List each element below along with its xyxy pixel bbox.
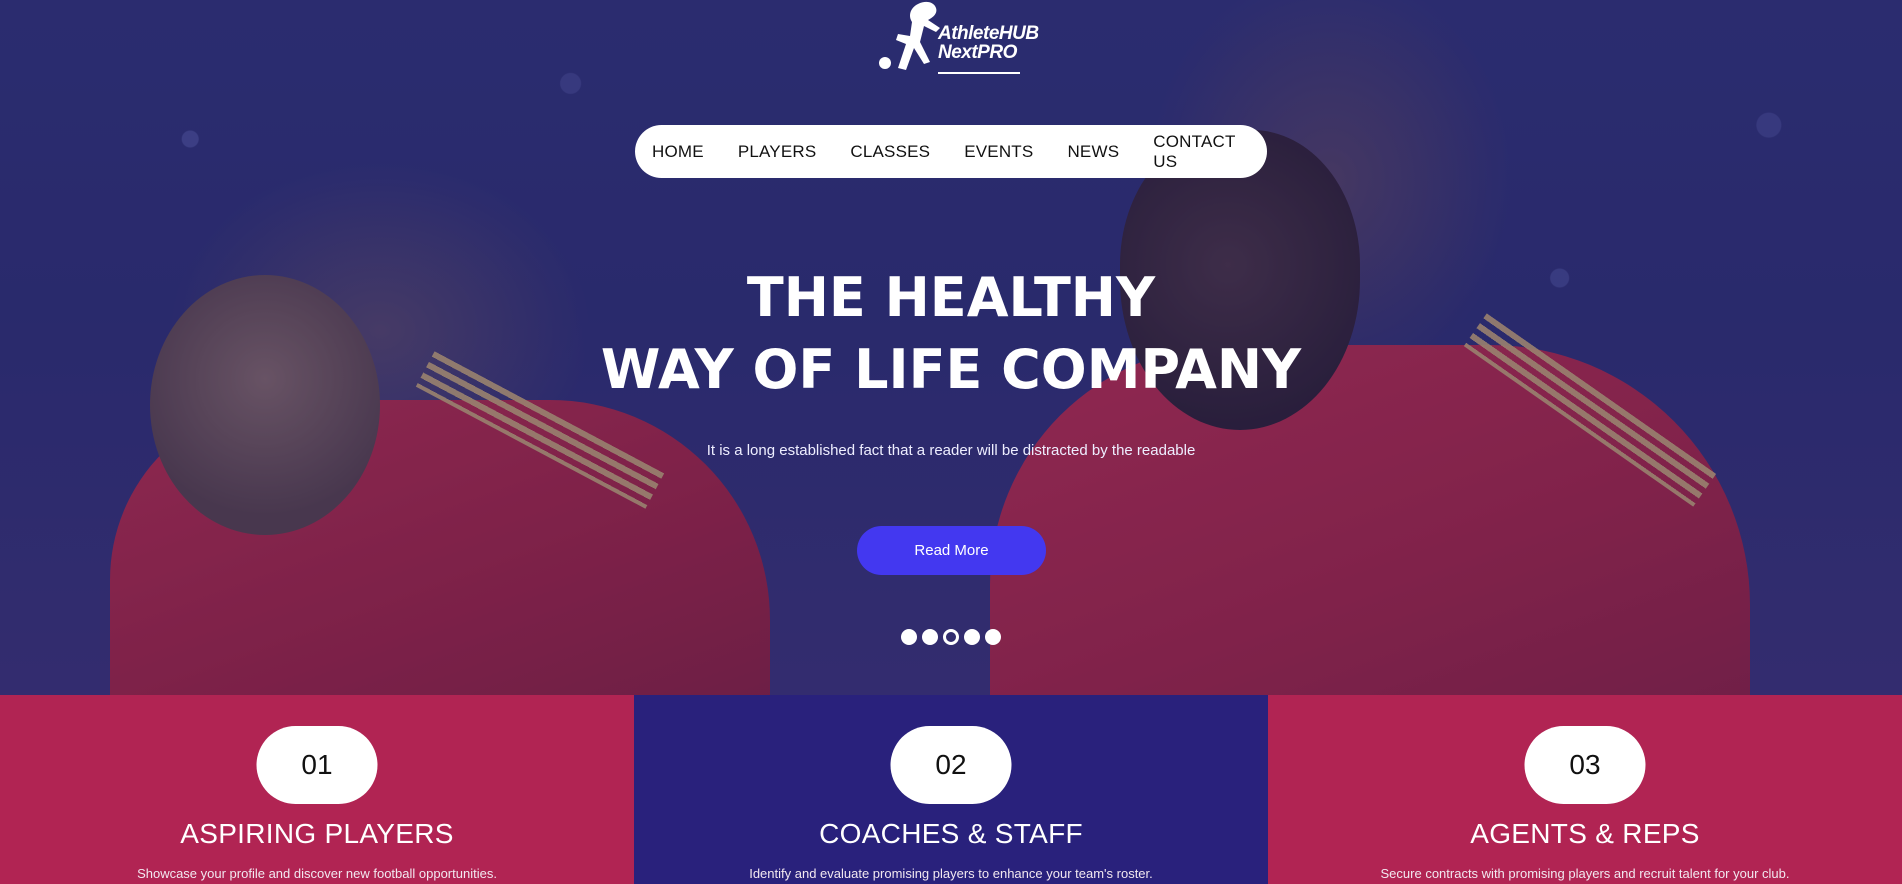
nav-news[interactable]: NEWS <box>1067 142 1119 162</box>
logo-line-1: AthleteHUB <box>938 23 1039 44</box>
card-description: Secure contracts with promising players … <box>1380 866 1790 881</box>
nav-contact-us[interactable]: CONTACT US <box>1153 132 1235 172</box>
slider-pagination <box>901 629 1001 645</box>
nav-events[interactable]: EVENTS <box>964 142 1033 162</box>
logo-wordmark: AthleteHUB NextPRO <box>938 24 1039 62</box>
hero-title-line-1: THE HEALTHY <box>746 266 1156 329</box>
card-number-badge: 03 <box>1524 726 1646 804</box>
audience-cards: 01 ASPIRING PLAYERS Showcase your profil… <box>0 695 1902 884</box>
card-number-badge: 01 <box>256 726 378 804</box>
read-more-button[interactable]: Read More <box>857 526 1046 575</box>
card-title: AGENTS & REPS <box>1470 818 1700 849</box>
slide-dot-5[interactable] <box>985 629 1001 645</box>
card-title: ASPIRING PLAYERS <box>180 818 454 849</box>
card-description: Showcase your profile and discover new f… <box>137 866 497 881</box>
nav-players[interactable]: PLAYERS <box>738 142 817 162</box>
nav-classes[interactable]: CLASSES <box>850 142 930 162</box>
card-aspiring-players[interactable]: 01 ASPIRING PLAYERS Showcase your profil… <box>0 695 634 884</box>
card-description: Identify and evaluate promising players … <box>749 866 1153 881</box>
hero-subtitle: It is a long established fact that a rea… <box>706 442 1196 459</box>
card-agents-reps[interactable]: 03 AGENTS & REPS Secure contracts with p… <box>1268 695 1902 884</box>
card-number-badge: 02 <box>890 726 1012 804</box>
card-coaches-staff[interactable]: 02 COACHES & STAFF Identify and evaluate… <box>634 695 1268 884</box>
slide-dot-4[interactable] <box>964 629 980 645</box>
site-logo[interactable]: AthleteHUB NextPRO <box>878 0 1039 80</box>
slide-dot-1[interactable] <box>901 629 917 645</box>
hero-title-line-2: WAY OF LIFE COMPANY <box>600 338 1302 401</box>
logo-line-2: NextPRO <box>938 42 1017 63</box>
nav-home[interactable]: HOME <box>652 142 704 162</box>
hero-banner: AthleteHUB NextPRO HOME PLAYERS CLASSES … <box>0 0 1902 695</box>
slide-dot-2[interactable] <box>922 629 938 645</box>
main-nav: HOME PLAYERS CLASSES EVENTS NEWS CONTACT… <box>635 125 1267 178</box>
hero-headline: THE HEALTHY WAY OF LIFE COMPANY <box>0 262 1902 406</box>
logo-underline <box>938 72 1020 74</box>
card-title: COACHES & STAFF <box>819 818 1083 849</box>
slide-dot-3[interactable] <box>943 629 959 645</box>
